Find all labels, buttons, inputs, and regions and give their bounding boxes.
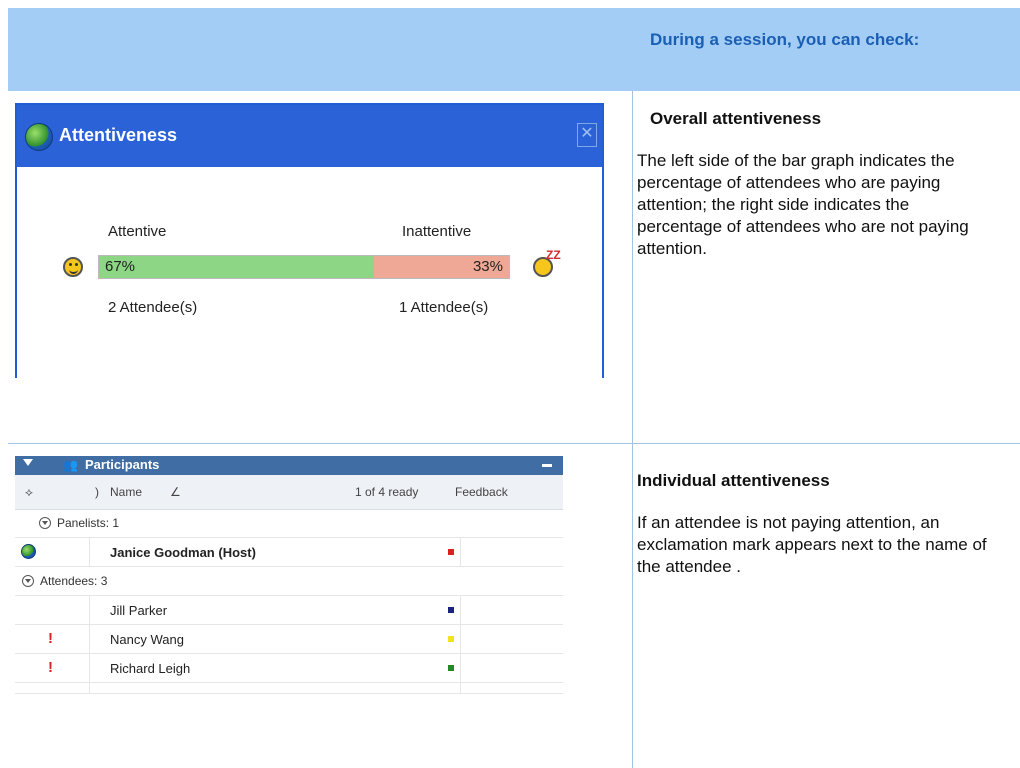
ready-count: 1 of 4 ready (355, 485, 419, 499)
sort-icon: ∠ (170, 485, 181, 499)
attendee-color-marker (448, 665, 454, 671)
ready-icon: ) (95, 485, 99, 499)
attendee-color-marker (448, 607, 454, 613)
attentiveness-title: Attentive­ness (59, 125, 178, 145)
collapse-arrow-icon[interactable] (23, 459, 33, 466)
people-icon: 👥 (63, 458, 78, 472)
zz-icon: ZZ (546, 248, 561, 262)
participants-header: ⟡ ) Name ∠ 1 of 4 ready Feedback (15, 475, 563, 510)
attendee-name: Richard Leigh (110, 661, 191, 676)
attentive-percent: 67% (105, 258, 136, 275)
expand-circle-icon[interactable] (39, 517, 51, 529)
panelists-group-row[interactable]: Panelists: 1 (15, 509, 563, 538)
minimize-icon[interactable] (542, 464, 552, 467)
row-divider (8, 443, 1020, 444)
globe-icon (25, 123, 53, 151)
table-row[interactable]: ! Richard Leigh (15, 654, 563, 683)
attendee-color-marker (448, 636, 454, 642)
host-color-marker (448, 549, 454, 555)
attentiveness-titlebar: Attentive­ness ✕ (17, 105, 602, 167)
host-globe-icon (21, 544, 36, 559)
individual-title: Individual attentiveness (637, 471, 830, 490)
name-column-header[interactable]: Name (110, 485, 142, 499)
attentive-bar-segment (99, 256, 374, 278)
panelists-group-label: Panelists: 1 (57, 516, 120, 530)
participants-title: Participants (85, 457, 160, 472)
table-row[interactable]: ! Nancy Wang (15, 625, 563, 654)
participants-titlebar: 👥 Participants (15, 456, 563, 475)
status-icon: ⟡ (25, 485, 33, 499)
attendees-group-label: Attendees: 3 (40, 574, 108, 588)
close-button[interactable]: ✕ (577, 123, 597, 147)
inattentive-count: 1 Attendee(s) (399, 299, 489, 316)
expand-circle-icon[interactable] (22, 575, 34, 587)
header-text: During a session, you can check: (650, 30, 920, 49)
table-row[interactable]: Jill Parker (15, 596, 563, 625)
individual-body: If an attendee is not paying attention, … (637, 513, 987, 576)
attentiveness-window: Attentive­ness ✕ Attentive Inattentive 6… (15, 103, 604, 378)
attentiveness-bar: 67% 33% (98, 255, 510, 279)
participants-panel: 👥 Participants ⟡ ) Name ∠ 1 of 4 ready F… (15, 456, 563, 734)
table-row[interactable]: Janice Goodman (Host) (15, 538, 563, 567)
column-divider (632, 91, 633, 768)
table-row-empty (15, 683, 563, 694)
overall-title: Overall attentiveness (650, 109, 822, 128)
smiley-icon (63, 257, 83, 277)
feedback-column-header[interactable]: Feedback (455, 485, 508, 499)
overall-body: The left side of the bar graph indicates… (637, 151, 969, 258)
host-name: Janice Goodman (Host) (110, 545, 256, 560)
inattentive-exclamation-icon: ! (48, 630, 53, 647)
inattentive-label: Inattentive (402, 223, 472, 240)
header-band (8, 8, 1020, 91)
inattentive-percent: 33% (472, 258, 503, 275)
inattentive-exclamation-icon: ! (48, 659, 53, 676)
attendee-name: Nancy Wang (110, 632, 184, 647)
attentive-label: Attentive (108, 223, 167, 240)
attendees-group-row[interactable]: Attendees: 3 (15, 567, 563, 596)
attendee-name: Jill Parker (110, 603, 168, 618)
attentive-count: 2 Attendee(s) (108, 299, 198, 316)
